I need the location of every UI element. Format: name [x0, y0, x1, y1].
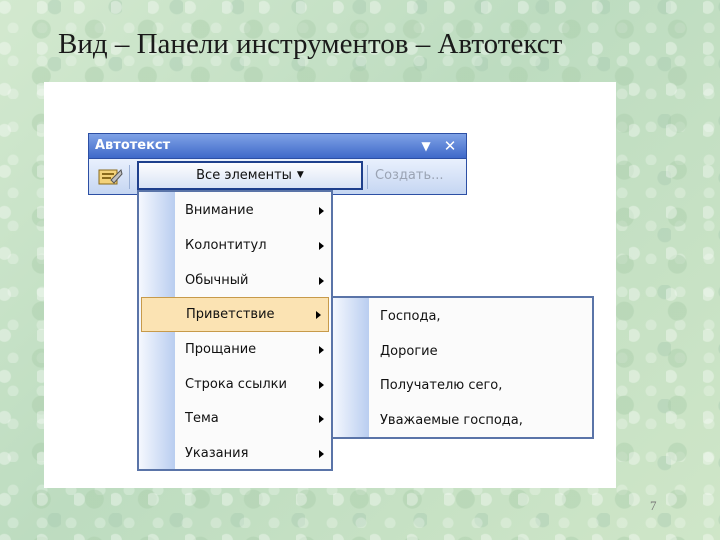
menu-item-ukazaniya[interactable]: Указания	[139, 437, 331, 472]
menu-item-privetstvie[interactable]: Приветствие	[141, 297, 329, 332]
menu-item-label: Указания	[185, 446, 249, 461]
autotext-categories-menu: Внимание Колонтитул Обычный Приветствие …	[137, 190, 333, 471]
submenu-arrow-icon	[319, 415, 324, 423]
submenu-item-label: Уважаемые господа,	[380, 413, 523, 428]
submenu-arrow-icon	[319, 381, 324, 389]
slide-title: Вид – Панели инструментов – Автотекст	[58, 28, 563, 60]
menu-item-label: Обычный	[185, 273, 249, 288]
submenu-arrow-icon	[319, 242, 324, 250]
menu-item-kolontitul[interactable]: Колонтитул	[139, 229, 331, 264]
menu-item-vnimanie[interactable]: Внимание	[139, 194, 331, 229]
submenu-arrow-icon	[319, 346, 324, 354]
menu-item-label: Внимание	[185, 203, 254, 218]
greetings-submenu: Господа, Дорогие Получателю сего, Уважае…	[331, 296, 594, 439]
submenu-arrow-icon	[316, 311, 321, 319]
toolbar-title: Автотекст	[95, 138, 171, 153]
menu-item-obychny[interactable]: Обычный	[139, 264, 331, 299]
toolbar-separator	[129, 165, 130, 189]
autotext-toolbar-titlebar[interactable]: Автотекст ▼ ✕	[88, 133, 467, 159]
menu-item-label: Приветствие	[186, 307, 275, 322]
submenu-item-label: Получателю сего,	[380, 378, 503, 393]
menu-item-proshchanie[interactable]: Прощание	[139, 333, 331, 368]
submenu-item[interactable]: Дорогие	[333, 335, 592, 370]
all-entries-label: Все элементы	[196, 168, 292, 183]
menu-item-label: Строка ссылки	[185, 377, 287, 392]
close-icon[interactable]: ✕	[441, 137, 459, 155]
chevron-down-icon: ▼	[296, 170, 304, 180]
toolbar-options-icon[interactable]: ▼	[417, 137, 435, 155]
create-button[interactable]: Создать...	[375, 168, 444, 183]
menu-item-label: Тема	[185, 411, 219, 426]
submenu-item-label: Дорогие	[380, 344, 438, 359]
menu-item-label: Прощание	[185, 342, 257, 357]
menu-item-tema[interactable]: Тема	[139, 402, 331, 437]
submenu-arrow-icon	[319, 207, 324, 215]
all-entries-button[interactable]: Все элементы ▼	[137, 161, 363, 190]
menu-item-label: Колонтитул	[185, 238, 267, 253]
submenu-arrow-icon	[319, 450, 324, 458]
submenu-item[interactable]: Уважаемые господа,	[333, 404, 592, 439]
submenu-item-label: Господа,	[380, 309, 441, 324]
submenu-arrow-icon	[319, 277, 324, 285]
submenu-item[interactable]: Получателю сего,	[333, 369, 592, 404]
submenu-item[interactable]: Господа,	[333, 300, 592, 335]
toolbar-separator	[367, 165, 368, 189]
page-number: 7	[650, 498, 657, 513]
autotext-icon[interactable]	[97, 166, 123, 188]
menu-item-stroka-ssylki[interactable]: Строка ссылки	[139, 368, 331, 403]
